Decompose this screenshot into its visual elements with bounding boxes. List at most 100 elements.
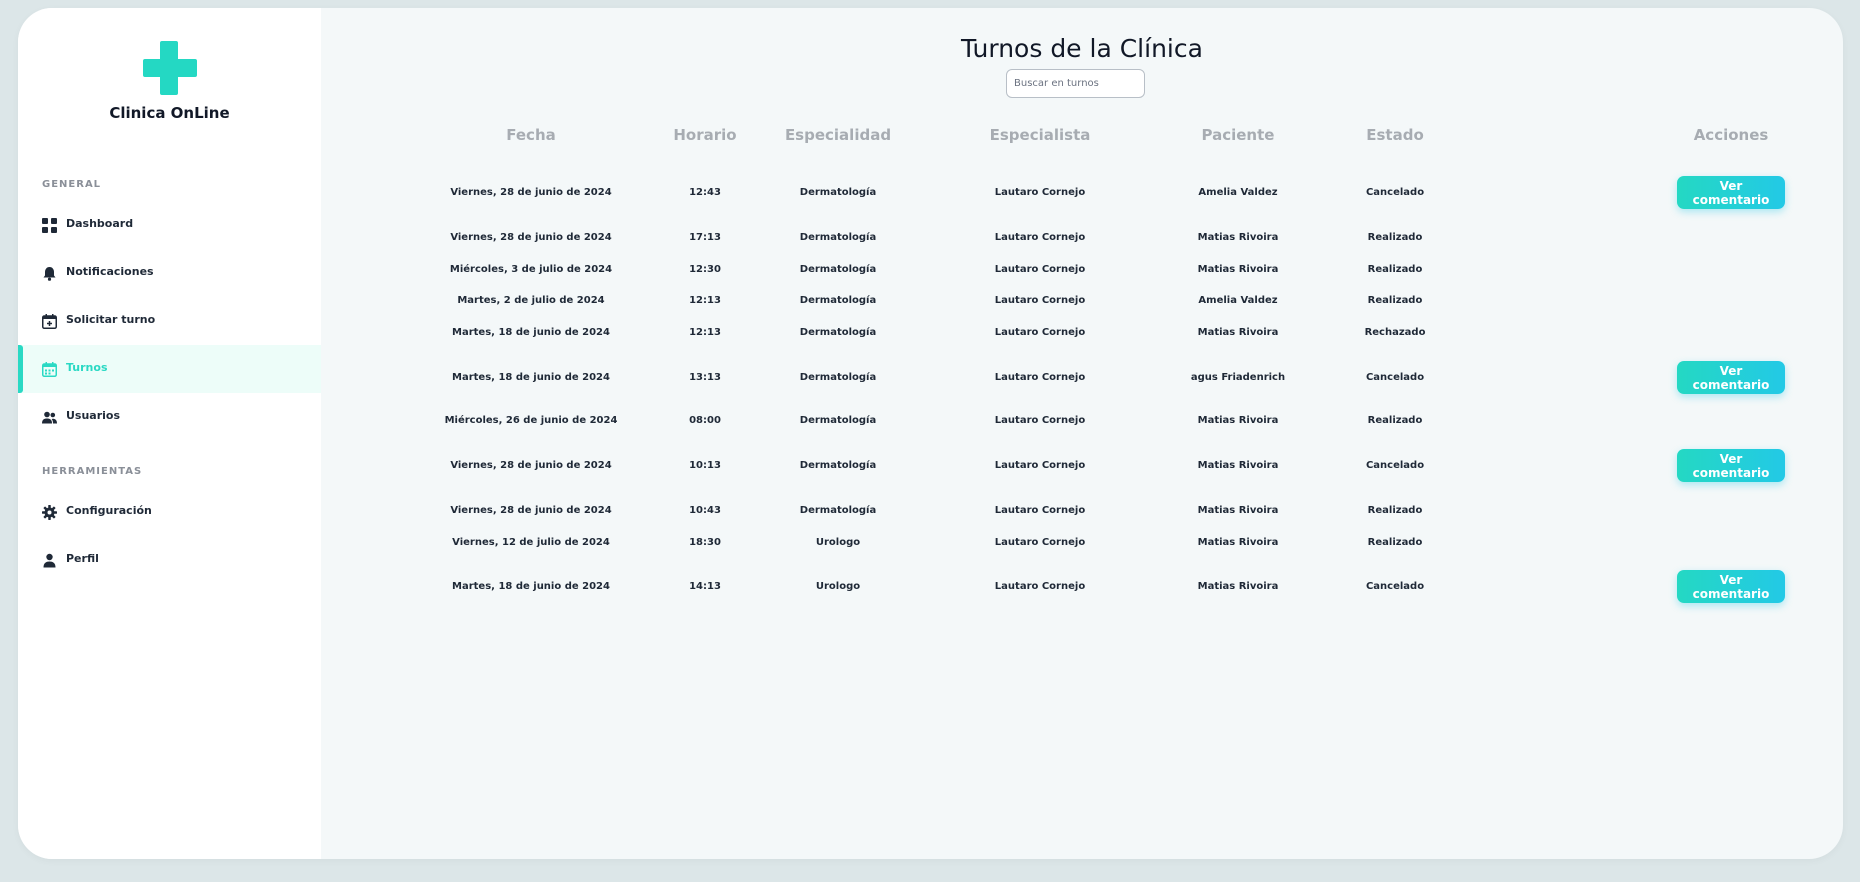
- cell-estado: Realizado: [1367, 537, 1423, 548]
- cell-especialidad: Urologo: [815, 581, 861, 592]
- app-name: Clinica OnLine: [109, 104, 230, 122]
- sidebar: Clinica OnLine GENERAL Dashboard Notific…: [18, 8, 321, 859]
- sidebar-item-configuracion[interactable]: Configuración: [18, 488, 321, 536]
- cell-paciente: Matias Rivoira: [1197, 460, 1279, 471]
- cell-fecha: Viernes, 28 de junio de 2024: [450, 505, 612, 516]
- cell-especialista: Lautaro Cornejo: [994, 232, 1086, 243]
- cell-horario: 17:13: [689, 232, 721, 243]
- cell-estado: Realizado: [1367, 415, 1423, 426]
- cell-paciente: agus Friadenrich: [1190, 372, 1286, 383]
- medical-cross-logo-icon: [143, 41, 197, 95]
- cell-especialidad: Dermatología: [799, 415, 877, 426]
- app-window: Clinica OnLine GENERAL Dashboard Notific…: [18, 8, 1843, 859]
- cell-horario: 13:13: [689, 372, 721, 383]
- cell-fecha: Martes, 18 de junio de 2024: [452, 581, 610, 592]
- cell-especialista: Lautaro Cornejo: [994, 327, 1086, 338]
- cell-fecha: Martes, 2 de julio de 2024: [457, 295, 605, 306]
- sidebar-item-label: Usuarios: [66, 409, 121, 422]
- cell-horario: 12:13: [689, 327, 721, 338]
- cell-especialidad: Dermatología: [799, 264, 877, 275]
- cell-estado: Cancelado: [1365, 581, 1425, 592]
- cell-especialista: Lautaro Cornejo: [994, 415, 1086, 426]
- cell-especialidad: Dermatología: [799, 295, 877, 306]
- cell-horario: 08:00: [689, 415, 721, 426]
- grid-icon: [42, 218, 57, 233]
- cell-paciente: Matias Rivoira: [1197, 232, 1279, 243]
- sidebar-item-label: Turnos: [66, 361, 108, 374]
- cell-especialidad: Dermatología: [799, 232, 877, 243]
- search-input[interactable]: [1006, 69, 1145, 98]
- cell-horario: 12:13: [689, 295, 721, 306]
- calendar-plus-icon: [42, 314, 57, 329]
- calendar-icon: [42, 362, 57, 377]
- ver-comentario-button[interactable]: Ver comentario: [1677, 570, 1785, 603]
- cell-horario: 12:43: [689, 187, 721, 198]
- cell-estado: Cancelado: [1365, 372, 1425, 383]
- cell-especialista: Lautaro Cornejo: [994, 295, 1086, 306]
- sidebar-item-label: Notificaciones: [66, 265, 154, 278]
- cell-fecha: Miércoles, 3 de julio de 2024: [449, 264, 613, 275]
- column-header-estado: Estado: [1366, 126, 1424, 144]
- cell-fecha: Viernes, 12 de julio de 2024: [452, 537, 610, 548]
- column-header-horario: Horario: [673, 126, 737, 144]
- cell-especialidad: Dermatología: [799, 372, 877, 383]
- sidebar-item-notificaciones[interactable]: Notificaciones: [18, 249, 321, 297]
- sidebar-item-solicitar-turno[interactable]: Solicitar turno: [18, 297, 321, 345]
- active-indicator: [18, 345, 23, 393]
- cell-estado: Cancelado: [1365, 187, 1425, 198]
- cell-paciente: Matias Rivoira: [1197, 505, 1279, 516]
- cell-paciente: Matias Rivoira: [1197, 327, 1279, 338]
- ver-comentario-button[interactable]: Ver comentario: [1677, 176, 1785, 209]
- sidebar-item-label: Perfil: [66, 552, 99, 565]
- cell-horario: 18:30: [689, 537, 721, 548]
- cell-paciente: Matias Rivoira: [1197, 581, 1279, 592]
- cell-estado: Realizado: [1367, 232, 1423, 243]
- cell-horario: 14:13: [689, 581, 721, 592]
- sidebar-item-label: Solicitar turno: [66, 313, 156, 326]
- cell-fecha: Miércoles, 26 de junio de 2024: [444, 415, 618, 426]
- cell-horario: 10:43: [689, 505, 721, 516]
- cell-especialista: Lautaro Cornejo: [994, 372, 1086, 383]
- ver-comentario-button[interactable]: Ver comentario: [1677, 449, 1785, 482]
- cell-estado: Realizado: [1367, 295, 1423, 306]
- sidebar-item-label: Configuración: [66, 504, 152, 517]
- column-header-especialidad: Especialidad: [784, 126, 892, 144]
- cell-especialista: Lautaro Cornejo: [994, 264, 1086, 275]
- cell-estado: Rechazado: [1364, 327, 1426, 338]
- cell-especialista: Lautaro Cornejo: [994, 187, 1086, 198]
- cell-horario: 12:30: [689, 264, 721, 275]
- sidebar-item-turnos[interactable]: Turnos: [18, 345, 321, 393]
- column-header-acciones: Acciones: [1693, 126, 1769, 144]
- gear-icon: [42, 505, 57, 520]
- person-icon: [43, 553, 56, 568]
- cell-fecha: Viernes, 28 de junio de 2024: [450, 232, 612, 243]
- cell-horario: 10:13: [689, 460, 721, 471]
- cell-especialidad: Dermatología: [799, 187, 877, 198]
- column-header-fecha: Fecha: [506, 126, 556, 144]
- ver-comentario-button[interactable]: Ver comentario: [1677, 361, 1785, 394]
- users-icon: [42, 411, 57, 424]
- cell-paciente: Matias Rivoira: [1197, 264, 1279, 275]
- column-header-especialista: Especialista: [989, 126, 1091, 144]
- sidebar-item-dashboard[interactable]: Dashboard: [18, 201, 321, 249]
- section-label-general: GENERAL: [42, 179, 102, 190]
- sidebar-item-usuarios[interactable]: Usuarios: [18, 393, 321, 441]
- cell-especialidad: Dermatología: [799, 327, 877, 338]
- cell-especialista: Lautaro Cornejo: [994, 581, 1086, 592]
- cell-fecha: Martes, 18 de junio de 2024: [452, 372, 610, 383]
- section-label-herramientas: HERRAMIENTAS: [42, 466, 143, 477]
- cell-paciente: Matias Rivoira: [1197, 537, 1279, 548]
- cell-especialidad: Urologo: [815, 537, 861, 548]
- cell-estado: Realizado: [1367, 264, 1423, 275]
- cell-especialista: Lautaro Cornejo: [994, 537, 1086, 548]
- cell-especialidad: Dermatología: [799, 505, 877, 516]
- cell-especialista: Lautaro Cornejo: [994, 460, 1086, 471]
- main-content: Turnos de la Clínica Fecha Horario Espec…: [321, 8, 1843, 859]
- page-title: Turnos de la Clínica: [961, 34, 1203, 63]
- cell-paciente: Amelia Valdez: [1198, 295, 1278, 306]
- sidebar-item-label: Dashboard: [66, 217, 134, 230]
- sidebar-item-perfil[interactable]: Perfil: [18, 536, 321, 584]
- cell-estado: Cancelado: [1365, 460, 1425, 471]
- cell-estado: Realizado: [1367, 505, 1423, 516]
- cell-fecha: Martes, 18 de junio de 2024: [452, 327, 610, 338]
